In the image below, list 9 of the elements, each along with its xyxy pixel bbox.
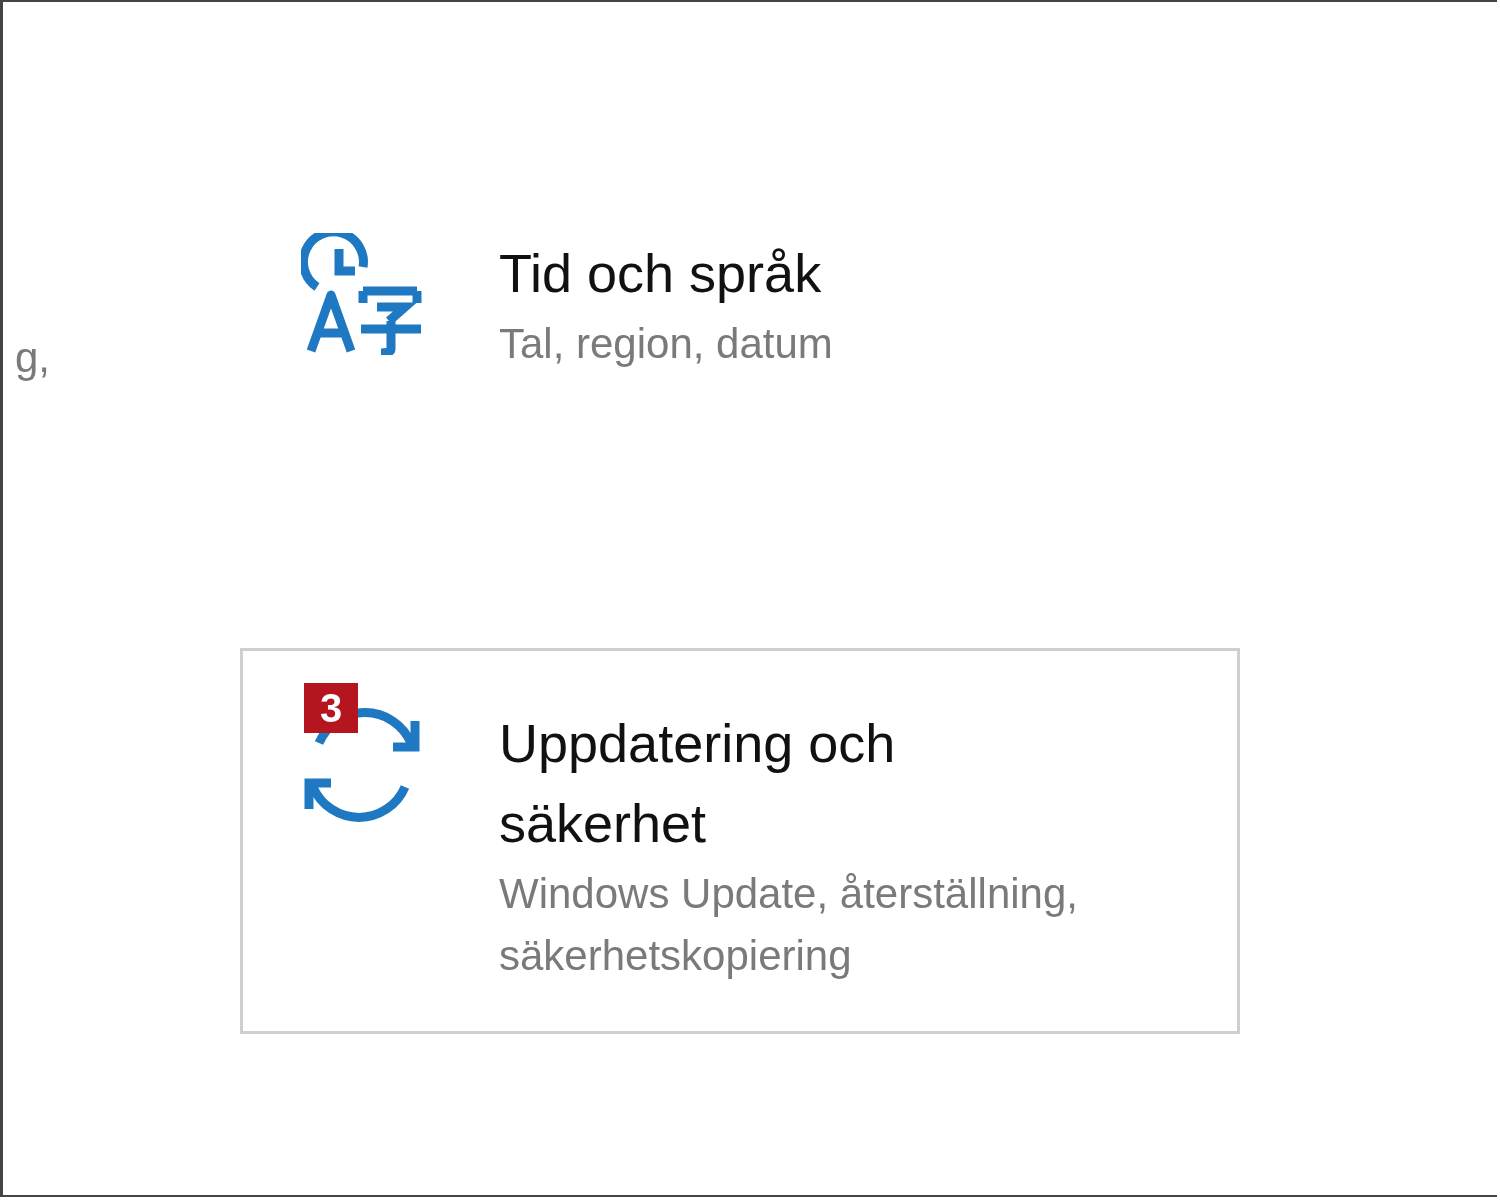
tile-subtitle: Windows Update, återställning, säkerhetskopiering <box>499 869 1079 981</box>
settings-tile[interactable]: 3 Uppdatering och säkerhet Windows Update, återställning, säkerhetskopiering <box>240 648 1240 1034</box>
settings-tile[interactable]: Tid och språk Tal, region, datum <box>240 222 1240 422</box>
clock-letters-icon <box>301 233 423 355</box>
category-subtitle: g, <box>15 333 51 383</box>
tile-title: Uppdatering och säkerhet <box>499 712 897 855</box>
count-badge: 3 <box>304 683 358 733</box>
tile-subtitle: Tal, region, datum <box>499 319 834 369</box>
tile-title: Tid och språk <box>499 242 823 305</box>
